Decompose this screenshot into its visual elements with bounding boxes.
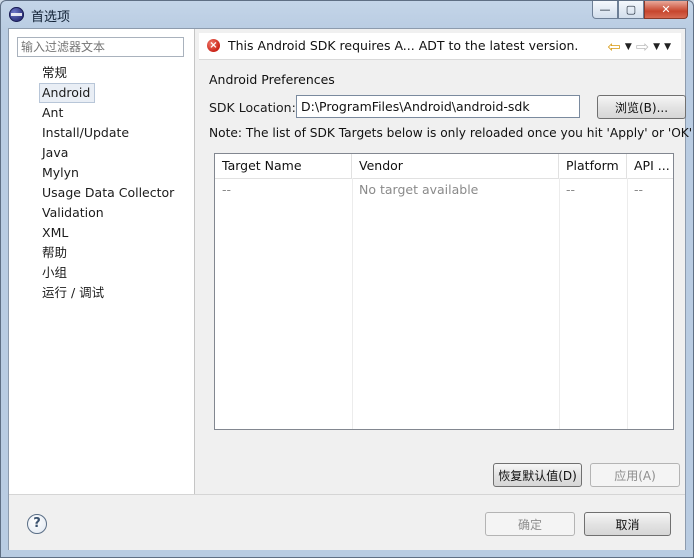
filter-input[interactable] — [17, 37, 184, 57]
table-header: Target Name Vendor Platform API ... — [215, 154, 673, 179]
window-controls: — ▢ ✕ — [592, 1, 688, 19]
cell-vendor: No target available — [359, 182, 479, 197]
tree-item-help[interactable]: 帮助 — [40, 243, 176, 263]
cell-target-name: -- — [222, 182, 232, 197]
back-history-dropdown-icon[interactable]: ▼ — [625, 42, 632, 52]
error-message: This Android SDK requires A... ADT to th… — [228, 38, 579, 53]
minimize-button[interactable]: — — [592, 1, 618, 19]
forward-history-dropdown-icon[interactable]: ▼ — [653, 42, 660, 52]
column-header-target-name[interactable]: Target Name — [215, 154, 352, 178]
preference-tree-pane: 常规 Android Ant Install/Update Java Mylyn… — [9, 29, 195, 494]
restore-defaults-button[interactable]: 恢复默认值(D) — [493, 463, 582, 487]
tree-item-android[interactable]: Android — [39, 83, 95, 103]
cancel-button[interactable]: 取消 — [584, 512, 671, 536]
window-title: 首选项 — [31, 10, 71, 25]
column-divider — [559, 178, 560, 429]
dialog-button-bar: ? 确定 取消 — [9, 494, 685, 550]
column-header-vendor[interactable]: Vendor — [352, 154, 559, 178]
ok-button[interactable]: 确定 — [485, 512, 575, 536]
sdk-location-input[interactable] — [296, 95, 580, 118]
view-menu-icon[interactable]: ▼ — [664, 42, 671, 52]
preference-page: × This Android SDK requires A... ADT to … — [195, 29, 693, 494]
cell-api: -- — [634, 182, 644, 197]
table-row[interactable]: -- No target available -- -- — [215, 179, 673, 201]
tree-item-install-update[interactable]: Install/Update — [40, 123, 176, 143]
apply-button[interactable]: 应用(A) — [590, 463, 680, 487]
message-bar: × This Android SDK requires A... ADT to … — [199, 33, 681, 60]
eclipse-app-icon — [9, 7, 24, 22]
sdk-location-label: SDK Location: — [209, 100, 296, 115]
sdk-targets-note: Note: The list of SDK Targets below is o… — [209, 126, 694, 140]
tree-item-usage-data-collector[interactable]: Usage Data Collector — [40, 183, 176, 203]
tree-item-xml[interactable]: XML — [40, 223, 176, 243]
sdk-targets-table[interactable]: Target Name Vendor Platform API ... -- N… — [214, 153, 674, 430]
cell-platform: -- — [566, 182, 576, 197]
tree-item-general[interactable]: 常规 — [40, 63, 176, 83]
tree-item-mylyn[interactable]: Mylyn — [40, 163, 176, 183]
tree-item-java[interactable]: Java — [40, 143, 176, 163]
column-header-platform[interactable]: Platform — [559, 154, 627, 178]
maximize-icon: ▢ — [625, 3, 637, 16]
preferences-window: 首选项 — ▢ ✕ 常规 Android Ant Install/Update … — [0, 0, 694, 558]
back-arrow-icon[interactable]: ⇦ — [607, 37, 620, 56]
close-icon: ✕ — [661, 3, 671, 16]
maximize-button[interactable]: ▢ — [618, 1, 644, 19]
tree-item-validation[interactable]: Validation — [40, 203, 176, 223]
column-divider — [627, 178, 628, 429]
page-title: Android Preferences — [209, 72, 335, 87]
close-button[interactable]: ✕ — [644, 1, 688, 19]
minimize-icon: — — [599, 3, 611, 16]
preference-tree: 常规 Android Ant Install/Update Java Mylyn… — [39, 63, 176, 303]
error-icon: × — [207, 39, 220, 52]
forward-arrow-icon[interactable]: ⇨ — [636, 37, 649, 56]
tree-item-team[interactable]: 小组 — [40, 263, 176, 283]
page-navigation: ⇦ ▼ ⇨ ▼ ▼ — [607, 37, 671, 56]
column-header-api[interactable]: API ... — [627, 154, 673, 178]
tree-item-ant[interactable]: Ant — [40, 103, 176, 123]
column-divider — [352, 178, 353, 429]
title-bar: 首选项 — ▢ ✕ — [1, 1, 693, 28]
tree-item-run-debug[interactable]: 运行 / 调试 — [40, 283, 176, 303]
dialog-client-area: 常规 Android Ant Install/Update Java Mylyn… — [8, 28, 693, 550]
help-icon[interactable]: ? — [27, 514, 47, 534]
browse-button[interactable]: 浏览(B)... — [597, 95, 686, 119]
